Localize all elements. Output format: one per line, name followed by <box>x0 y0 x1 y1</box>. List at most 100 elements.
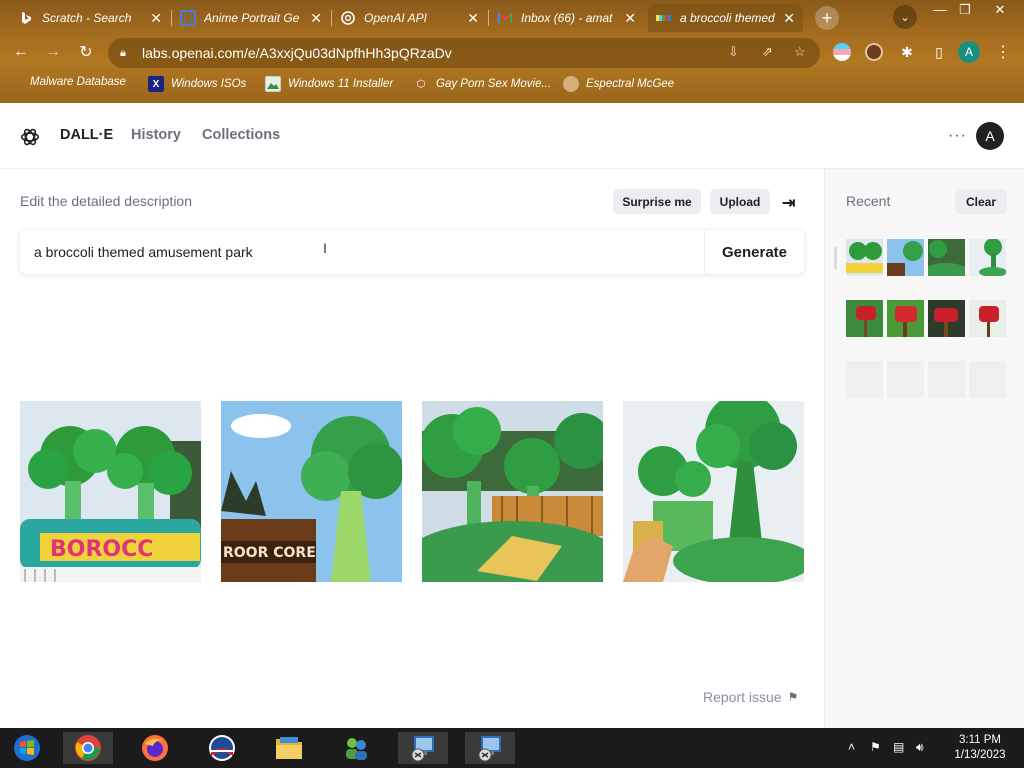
side-panel-icon[interactable]: ▯ <box>928 41 950 63</box>
recent-thumb-8[interactable] <box>969 300 1006 337</box>
show-hidden-icons[interactable]: ˄ <box>848 740 855 754</box>
image-icon <box>265 76 281 92</box>
recent-placeholder <box>887 361 924 398</box>
nav-collections[interactable]: Collections <box>202 127 280 143</box>
clock-date: 1/13/2023 <box>954 749 1006 761</box>
obama-campaign-taskbar-icon[interactable] <box>197 732 247 764</box>
windows-taskbar: ˄ ⚑ ▤ 🔊︎ 3:11 PM 1/13/2023 <box>0 728 1024 768</box>
tab-anime-portrait[interactable]: [ ] Anime Portrait Ge ✕ <box>172 4 330 32</box>
recent-thumb-2[interactable] <box>887 239 924 276</box>
extensions-puzzle-icon[interactable]: ✱ <box>896 41 918 63</box>
forward-icon[interactable]: → <box>42 41 64 63</box>
bookmark-label: Windows ISOs <box>171 78 247 90</box>
clear-button[interactable]: Clear <box>955 189 1007 214</box>
remote-desktop-taskbar-icon-1[interactable] <box>398 732 448 764</box>
editor-panel: Edit the detailed description Surprise m… <box>0 169 824 728</box>
share-icon[interactable]: ⇗ <box>762 44 773 60</box>
bookmark-label: Windows 11 Installer <box>288 78 394 90</box>
recent-thumb-7[interactable] <box>928 300 965 337</box>
new-tab-button[interactable]: + <box>815 6 839 30</box>
file-explorer-taskbar-icon[interactable] <box>264 732 314 764</box>
close-tab-icon[interactable]: ✕ <box>310 10 322 27</box>
more-options-icon[interactable]: ··· <box>948 127 967 145</box>
bookmark-malware-database[interactable]: Malware Database <box>20 76 126 88</box>
volume-icon[interactable]: 🔊︎ <box>916 740 924 755</box>
recent-thumb-4[interactable] <box>969 239 1006 276</box>
back-icon[interactable]: ← <box>10 41 32 63</box>
x-icon: X <box>148 76 164 92</box>
reload-icon[interactable]: ↻ <box>75 41 97 63</box>
close-window-icon[interactable]: ✕ <box>985 2 1015 18</box>
nav-bar: ← → ↻ 🔒︎ labs.openai.com/e/A3xxjQu03dNpf… <box>0 35 1024 69</box>
cube-icon: ⬡ <box>416 78 426 90</box>
generate-button[interactable]: Generate <box>704 230 804 274</box>
action-center-flag-icon[interactable]: ⚑ <box>870 740 881 754</box>
clock-time: 3:11 PM <box>959 734 1001 746</box>
image-2-caption: ROOR CORE <box>223 545 316 561</box>
install-icon[interactable]: ⇩ <box>728 44 739 60</box>
avatar-icon <box>563 76 579 92</box>
close-tab-icon[interactable]: ✕ <box>624 10 636 27</box>
recent-thumb-5[interactable] <box>846 300 883 337</box>
brand-dalle[interactable]: DALL·E <box>60 127 113 143</box>
bookmark-espectral-mcgee[interactable]: Espectral McGee <box>563 76 674 92</box>
upload-button[interactable]: Upload <box>710 189 770 214</box>
bookmark-label: Malware Database <box>30 76 126 88</box>
generated-image-3[interactable] <box>422 401 603 582</box>
bookmark-star-icon[interactable]: ☆ <box>794 44 806 60</box>
sidebar-scrollbar[interactable] <box>834 247 837 269</box>
bookmark-windows-isos[interactable]: X Windows ISOs <box>148 76 246 92</box>
profile-avatar[interactable]: A <box>958 41 980 63</box>
recent-sidebar: Recent Clear <box>824 169 1024 728</box>
firefox-taskbar-icon[interactable] <box>130 732 180 764</box>
network-icon[interactable]: ▤ <box>893 740 904 754</box>
openai-logo-icon[interactable] <box>19 126 41 148</box>
collapse-sidebar-icon[interactable]: ⇥ <box>782 193 795 213</box>
address-bar[interactable]: 🔒︎ labs.openai.com/e/A3xxjQu03dNpfhHh3pQ… <box>108 38 820 68</box>
url-text[interactable]: labs.openai.com/e/A3xxjQu03dNpfhHh3pQRza… <box>142 45 452 61</box>
close-tab-icon[interactable]: ✕ <box>150 10 162 27</box>
tab-search-button[interactable]: ⌄ <box>893 5 917 29</box>
start-button[interactable] <box>2 732 52 764</box>
system-clock[interactable]: 3:11 PM 1/13/2023 <box>940 733 1020 763</box>
nav-history[interactable]: History <box>131 127 181 143</box>
close-tab-icon[interactable]: ✕ <box>467 10 479 27</box>
restore-icon[interactable]: ❐ <box>950 2 980 18</box>
recent-label: Recent <box>846 193 891 209</box>
tab-scratch-search[interactable]: Scratch - Search ✕ <box>10 4 170 32</box>
report-issue-label: Report issue <box>703 689 782 705</box>
extension-flag-icon[interactable] <box>833 43 851 61</box>
bing-icon <box>18 10 34 26</box>
close-tab-icon[interactable]: ✕ <box>783 10 795 27</box>
profile-initial: A <box>964 45 973 59</box>
tab-title: Inbox (66) - amat <box>521 11 613 25</box>
prompt-input[interactable]: a broccoli themed amusement park <box>20 244 704 260</box>
extension-avatar-icon[interactable] <box>865 43 883 61</box>
user-avatar[interactable]: A <box>976 122 1004 150</box>
generated-image-4[interactable] <box>623 401 804 582</box>
tab-dalle-active[interactable]: a broccoli themed ✕ <box>648 4 803 32</box>
tab-gmail-inbox[interactable]: Inbox (66) - amat ✕ <box>489 4 644 32</box>
avatar-initial: A <box>985 128 995 144</box>
bookmarks-bar: Malware Database X Windows ISOs Windows 1… <box>0 72 1024 98</box>
tab-openai-api[interactable]: OpenAI API ✕ <box>332 4 487 32</box>
gmail-icon <box>497 10 513 26</box>
app-header: DALL·E History Collections ··· A <box>0 103 1024 169</box>
bookmark-windows11-installer[interactable]: Windows 11 Installer <box>265 76 393 92</box>
report-issue-link[interactable]: Report issue ⚑ <box>703 689 798 705</box>
remote-desktop-taskbar-icon-2[interactable] <box>465 732 515 764</box>
generated-image-1[interactable]: BOROCC <box>20 401 201 582</box>
recent-thumb-3[interactable] <box>928 239 965 276</box>
bookmark-gay-porn[interactable]: ⬡ Gay Porn Sex Movie... <box>413 76 551 92</box>
generated-image-2[interactable]: ROOR CORE <box>221 401 402 582</box>
tab-title: a broccoli themed <box>680 11 775 25</box>
tab-title: OpenAI API <box>364 11 427 25</box>
recent-thumb-6[interactable] <box>887 300 924 337</box>
recent-thumb-1[interactable] <box>846 239 883 276</box>
menu-kebab-icon[interactable]: ⋮ <box>992 41 1014 63</box>
surprise-me-button[interactable]: Surprise me <box>613 189 701 214</box>
doc-icon: [ ] <box>180 10 196 26</box>
network-users-taskbar-icon[interactable] <box>331 732 381 764</box>
dalle-icon <box>656 10 672 26</box>
chrome-taskbar-icon[interactable] <box>63 732 113 764</box>
